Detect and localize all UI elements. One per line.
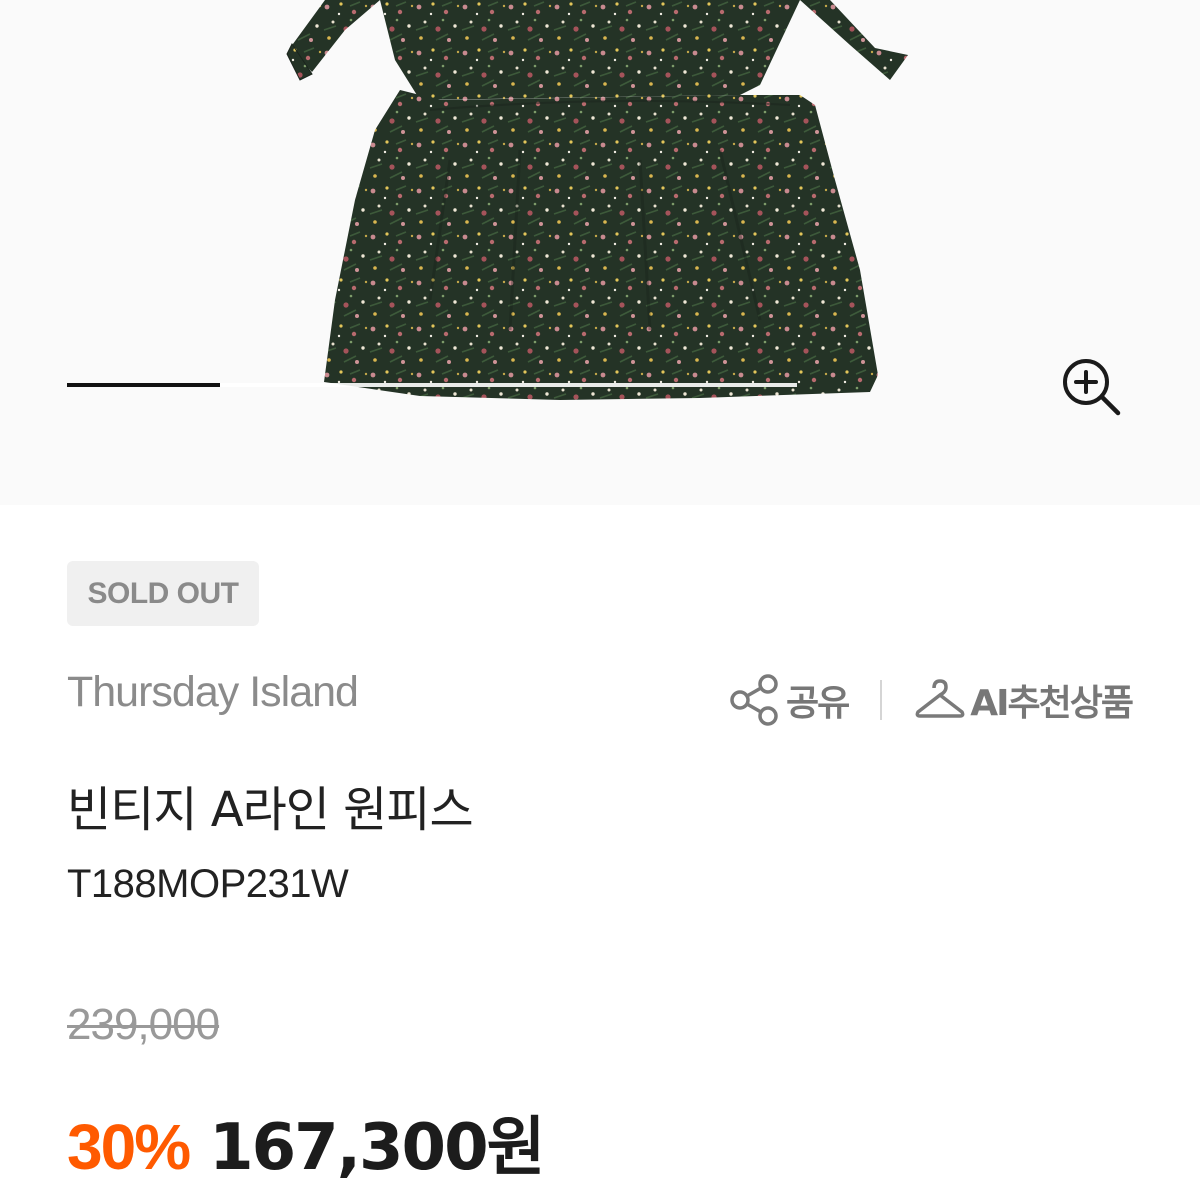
hanger-icon bbox=[915, 679, 965, 718]
discount-rate: 30% bbox=[67, 1111, 191, 1183]
slide-progress-fill bbox=[67, 383, 221, 387]
ai-recommend-label: AI추천상품 bbox=[970, 683, 1134, 724]
product-title: 빈티지 A라인 원피스 bbox=[67, 782, 474, 838]
action-divider bbox=[880, 680, 883, 720]
brand-name[interactable]: Thursday Island bbox=[67, 668, 359, 717]
slide-progress-bar bbox=[67, 383, 797, 387]
product-code: T188MOP231W bbox=[67, 862, 349, 906]
share-icon bbox=[730, 674, 778, 726]
product-image bbox=[286, 0, 908, 400]
sold-out-badge: SOLD OUT bbox=[67, 561, 259, 626]
sale-price: 167,300원 bbox=[209, 1111, 545, 1185]
share-label: 공유 bbox=[786, 683, 850, 724]
share-button[interactable]: 공유 bbox=[728, 672, 850, 728]
ai-recommend-button[interactable]: AI추천상품 bbox=[914, 674, 1134, 726]
original-price: 239,000 bbox=[67, 1000, 220, 1049]
product-image-gallery[interactable] bbox=[0, 0, 1200, 505]
zoom-in-icon bbox=[1063, 359, 1121, 416]
price-row: 30% 167,300원 bbox=[67, 1096, 545, 1188]
zoom-button[interactable] bbox=[1058, 356, 1124, 418]
product-actions: 공유 AI추천상품 bbox=[728, 670, 1134, 730]
